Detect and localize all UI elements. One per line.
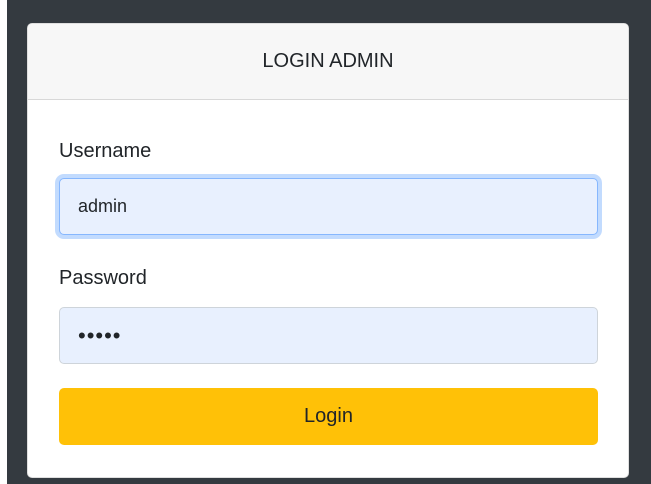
login-title: LOGIN ADMIN bbox=[262, 50, 394, 72]
login-card: LOGIN ADMIN Username Password Login bbox=[27, 23, 629, 478]
username-label: Username bbox=[59, 140, 152, 162]
password-input[interactable] bbox=[59, 307, 598, 364]
password-label: Password bbox=[59, 267, 147, 289]
login-button[interactable]: Login bbox=[59, 388, 598, 445]
card-header: LOGIN ADMIN bbox=[28, 24, 628, 100]
username-input[interactable] bbox=[59, 178, 598, 235]
